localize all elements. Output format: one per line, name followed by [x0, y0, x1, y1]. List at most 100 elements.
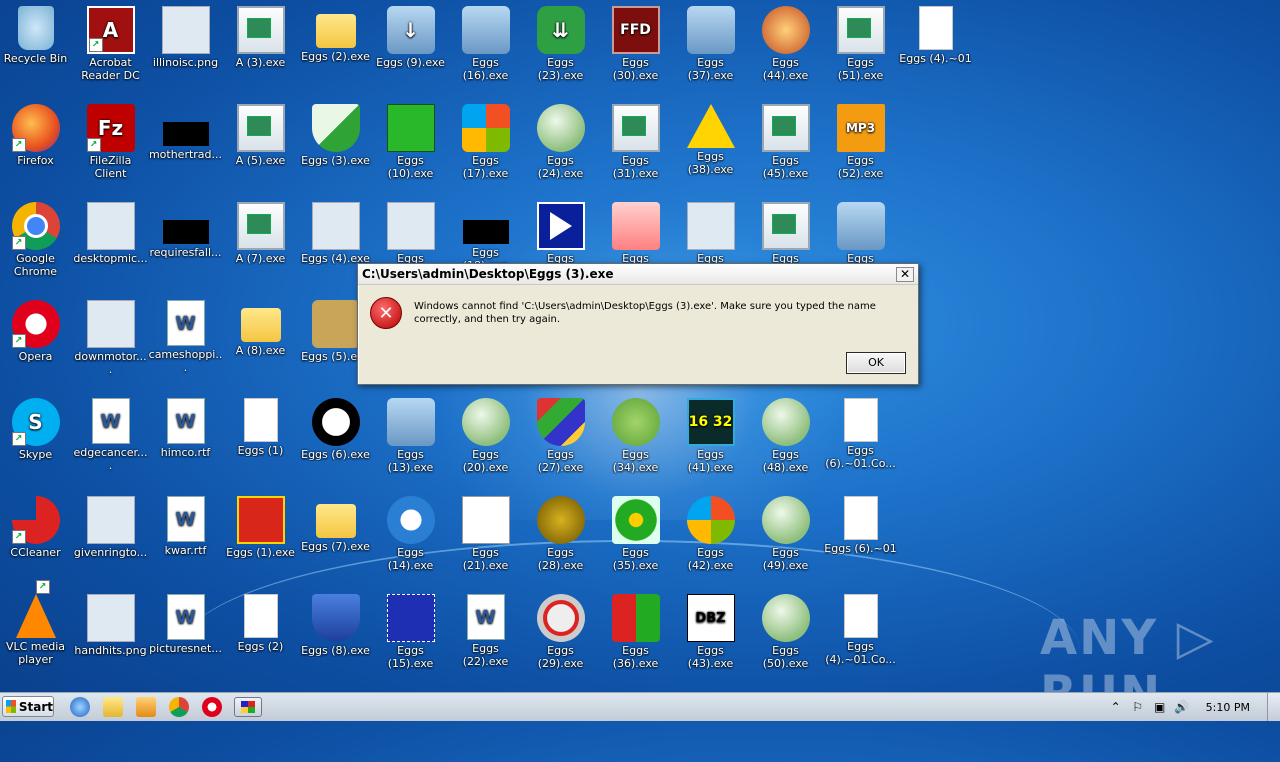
desktop-icon[interactable]: Eggs (20).exe [448, 398, 523, 494]
desktop-icon[interactable]: Eggs (4).~01.Co... [823, 594, 898, 690]
desktop-icon[interactable]: ↗ VLC media player [0, 580, 73, 690]
desktop-icon[interactable]: ↗ Google Chrome [0, 202, 73, 298]
desktop-icon[interactable]: A (5).exe [223, 104, 298, 200]
desktop-icon[interactable]: Eggs (17).exe [448, 104, 523, 200]
desktop-icon[interactable]: Eggs (1) [223, 398, 298, 494]
desktop-icon[interactable]: Eggs (10).exe [373, 104, 448, 200]
desktop-icon[interactable]: Eggs (6).~01 [823, 496, 898, 592]
desktop-icon-label: Eggs (2).exe [301, 50, 370, 63]
desktop-icon-label: Eggs (17).exe [462, 154, 509, 180]
desktop-icon[interactable]: A (3).exe [223, 6, 298, 102]
network-icon[interactable]: ▣ [1152, 699, 1168, 715]
desktop-icon[interactable]: Eggs (37).exe [673, 6, 748, 102]
desktop-icon[interactable]: Eggs (7).exe [298, 496, 373, 592]
desktop-icon[interactable]: downmotor.... [73, 300, 148, 396]
desktop-icon[interactable]: A (8).exe [223, 300, 298, 396]
desktop-icon[interactable]: A ↗ Acrobat Reader DC [73, 6, 148, 102]
desktop-icon[interactable]: MP3 Eggs (52).exe [823, 104, 898, 200]
desktop-icon[interactable]: Eggs (35).exe [598, 496, 673, 592]
chrome-icon[interactable] [169, 697, 189, 717]
desktop-icon[interactable]: ↗ Firefox [0, 104, 73, 200]
desktop-icon[interactable]: Eggs (48).exe [748, 398, 823, 494]
volume-icon[interactable]: 🔊 [1174, 699, 1190, 715]
desktop-icon-label: Eggs (4).~01.Co... [825, 640, 896, 666]
shortcut-arrow-icon: ↗ [11, 138, 26, 152]
desktop-icon[interactable]: Eggs (24).exe [523, 104, 598, 200]
desktop-icon[interactable]: FFD Eggs (30).exe [598, 6, 673, 102]
start-button[interactable]: Start [2, 696, 54, 717]
desktop-icon[interactable]: Eggs (42).exe [673, 496, 748, 592]
black-image-icon [162, 122, 209, 146]
desktop-icon[interactable]: Wpicturesnet... [148, 594, 223, 690]
desktop-icon[interactable]: Eggs (38).exe [673, 104, 748, 200]
desktop-icon[interactable]: Eggs (45).exe [748, 104, 823, 200]
desktop-icon[interactable]: Eggs (27).exe [523, 398, 598, 494]
opera-icon[interactable] [202, 697, 222, 717]
internet-explorer-icon[interactable] [70, 697, 90, 717]
desktop-icon[interactable]: Eggs (1).exe [223, 496, 298, 592]
desktop-icon-label: Eggs (22).exe [462, 642, 509, 668]
desktop-icon[interactable]: Wedgecancer.... [73, 398, 148, 494]
desktop-icon[interactable]: Eggs (28).exe [523, 496, 598, 592]
image-file-icon [86, 202, 135, 250]
desktop-icon[interactable]: ↓ Eggs (9).exe [373, 6, 448, 102]
file-explorer-icon[interactable] [103, 697, 123, 717]
tray-chevron-icon[interactable]: ⌃ [1108, 699, 1124, 715]
desktop-icon[interactable]: handhits.png [73, 594, 148, 690]
desktop-icon[interactable]: Wcameshoppi... [148, 300, 223, 396]
word-document-icon: W [166, 496, 205, 542]
desktop-icon[interactable]: Eggs (6).exe [298, 398, 373, 494]
action-center-flag-icon[interactable]: ⚐ [1130, 699, 1146, 715]
desktop-icon[interactable]: Whimco.rtf [148, 398, 223, 494]
desktop-icon[interactable]: mothertrad... [148, 104, 223, 200]
running-app-button[interactable] [234, 697, 262, 717]
acrobat-reader-icon: A ↗ [86, 6, 135, 54]
desktop-icon[interactable]: 16 32 Eggs (41).exe [673, 398, 748, 494]
desktop-icon-label: requiresfall... [149, 246, 222, 259]
desktop-icon[interactable]: Eggs (31).exe [598, 104, 673, 200]
installer-icon [461, 6, 510, 54]
desktop-icon[interactable]: Eggs (2).exe [298, 6, 373, 102]
desktop-icon[interactable]: Eggs (49).exe [748, 496, 823, 592]
ok-button[interactable]: OK [846, 352, 906, 374]
desktop-icon[interactable]: Eggs (29).exe [523, 594, 598, 690]
desktop-icon-label: Eggs (31).exe [612, 154, 659, 180]
desktop-icon[interactable]: ⇊ Eggs (23).exe [523, 6, 598, 102]
desktop-icon[interactable]: Recycle Bin [0, 6, 73, 102]
desktop-icon[interactable]: Eggs (4).~01 [898, 6, 973, 102]
desktop-icon[interactable]: A (7).exe [223, 202, 298, 298]
desktop-icon[interactable]: desktopmic... [73, 202, 148, 298]
desktop-icon[interactable]: Eggs (13).exe [373, 398, 448, 494]
desktop-icon[interactable]: Eggs (6).~01.Co... [823, 398, 898, 494]
desktop-icon[interactable]: Fz ↗ FileZilla Client [73, 104, 148, 200]
clock[interactable]: 5:10 PM [1206, 701, 1250, 714]
desktop-icon[interactable]: Eggs (36).exe [598, 594, 673, 690]
desktop-icon[interactable]: Eggs (44).exe [748, 6, 823, 102]
flames-icon [761, 6, 810, 54]
desktop-icon[interactable]: Eggs (14).exe [373, 496, 448, 592]
desktop-icon[interactable]: Eggs (50).exe [748, 594, 823, 690]
desktop-icon[interactable]: Eggs (34).exe [598, 398, 673, 494]
desktop-icon[interactable]: Eggs (8).exe [298, 594, 373, 690]
desktop-icon[interactable]: Eggs (15).exe [373, 594, 448, 690]
media-player-icon[interactable] [136, 697, 156, 717]
dialog-close-button[interactable]: ✕ [896, 266, 914, 282]
desktop-icon[interactable]: Eggs (2) [223, 594, 298, 690]
desktop-icon[interactable]: ↗ Opera [0, 300, 73, 396]
desktop-icon[interactable]: illinoisc.png [148, 6, 223, 102]
desktop-icon[interactable]: givenringto... [73, 496, 148, 592]
desktop-icon[interactable]: Eggs (21).exe [448, 496, 523, 592]
dialog-titlebar[interactable]: C:\Users\admin\Desktop\Eggs (3).exe ✕ [358, 264, 918, 285]
desktop-icon[interactable]: Eggs (3).exe [298, 104, 373, 200]
desktop-icon[interactable]: DBZ Eggs (43).exe [673, 594, 748, 690]
flower-icon [611, 496, 660, 544]
desktop-icon[interactable]: requiresfall... [148, 202, 223, 298]
show-desktop-button[interactable] [1267, 693, 1280, 721]
desktop-icon[interactable]: W Eggs (22).exe [448, 594, 523, 690]
desktop-icon-label: Eggs (2) [237, 640, 284, 653]
desktop-icon[interactable]: Eggs (51).exe [823, 6, 898, 102]
desktop-icon[interactable]: Eggs (16).exe [448, 6, 523, 102]
desktop-icon[interactable]: Wkwar.rtf [148, 496, 223, 592]
desktop-icon[interactable]: S ↗ Skype [0, 398, 73, 494]
desktop-icon[interactable]: ↗ CCleaner [0, 496, 73, 592]
